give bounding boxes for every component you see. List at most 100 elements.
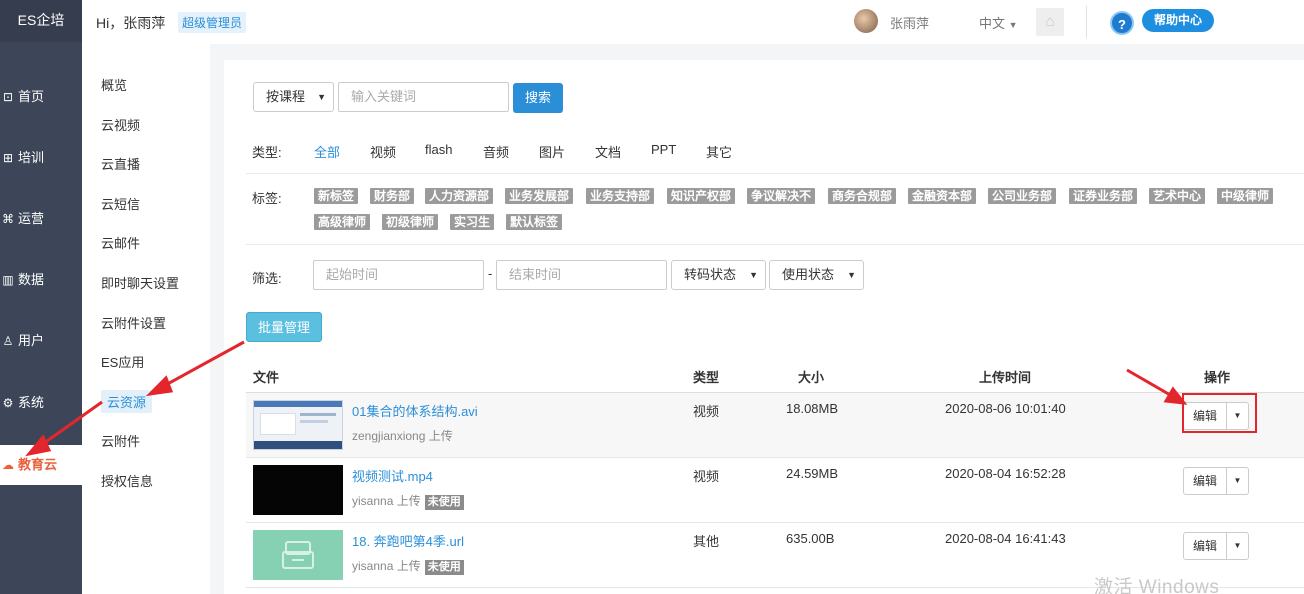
search-mode-select[interactable]: 按课程 ▼ <box>253 82 334 112</box>
subnav-item-attachment-settings[interactable]: 云附件设置 <box>101 313 166 332</box>
help-question-icon[interactable]: ? <box>1110 11 1134 35</box>
date-range-dash: - <box>488 266 493 281</box>
tag-chip[interactable]: 人力资源部 <box>425 188 494 204</box>
tag-chip[interactable]: 新标签 <box>314 188 359 204</box>
usage-status-select[interactable]: 使用状态 ▼ <box>769 260 864 290</box>
caret-down-icon[interactable]: ▼ <box>1227 532 1249 560</box>
type-filter-document[interactable]: 文档 <box>595 142 621 161</box>
batch-manage-button[interactable]: 批量管理 <box>246 312 323 342</box>
avatar[interactable] <box>854 9 878 33</box>
tag-chip[interactable]: 金融资本部 <box>908 188 977 204</box>
type-filter-audio[interactable]: 音频 <box>483 142 509 161</box>
help-center-button[interactable]: 帮助中心 <box>1142 9 1215 32</box>
file-thumbnail[interactable] <box>253 400 343 450</box>
uploader-text: yisanna 上传 未使用 <box>352 557 464 575</box>
table-row: 视频测试.mp4 yisanna 上传 未使用 视频 24.59MB 2020-0… <box>246 458 1304 523</box>
edit-button[interactable]: 编辑 <box>1183 467 1227 495</box>
type-filter-all[interactable]: 全部 <box>314 142 340 161</box>
tag-chip[interactable]: 公司业务部 <box>988 188 1057 204</box>
chevron-down-icon: ▼ <box>847 270 856 280</box>
subnav-item-cloud-sms[interactable]: 云短信 <box>101 194 140 213</box>
header-username[interactable]: 张雨萍 <box>890 13 929 32</box>
bar-chart-icon: ▥ <box>2 273 14 287</box>
search-button[interactable]: 搜索 <box>513 83 564 113</box>
start-time-input[interactable]: 起始时间 <box>313 260 484 290</box>
tag-chip[interactable]: 财务部 <box>370 188 415 204</box>
subnav-item-cloud-email[interactable]: 云邮件 <box>101 233 140 252</box>
tag-chip[interactable]: 商务合规部 <box>828 188 897 204</box>
nav-label: 教育云 <box>18 457 58 472</box>
subnav-item-im-settings[interactable]: 即时聊天设置 <box>101 273 179 292</box>
type-filter-flash[interactable]: flash <box>425 142 452 157</box>
type-filter-other[interactable]: 其它 <box>706 142 732 161</box>
brand-logo[interactable]: ES企培 <box>0 0 82 42</box>
caret-down-icon[interactable]: ▼ <box>1227 467 1249 495</box>
tag-chip[interactable]: 艺术中心 <box>1149 188 1206 204</box>
type-filter-video[interactable]: 视频 <box>370 142 396 161</box>
left-navigation: ES企培 ⊡ 首页 ⊞ 培训 ⌘ 运营 ▥ 数据 ♙ 用户 ⚙ 系统 ☁ 教育云 <box>0 0 82 594</box>
tag-chip[interactable]: 实习生 <box>450 214 495 230</box>
type-filter-ppt[interactable]: PPT <box>651 142 676 157</box>
tag-chip[interactable]: 初级律师 <box>382 214 439 230</box>
type-filter-image[interactable]: 图片 <box>539 142 565 161</box>
chevron-down-icon: ▼ <box>317 92 326 102</box>
subnav-item-cloud-resources[interactable]: 云资源 <box>101 390 153 413</box>
divider <box>246 244 1304 245</box>
windows-activation-watermark: 激活 Windows <box>1094 577 1220 594</box>
nav-label: 系统 <box>18 395 45 410</box>
tag-chip[interactable]: 争议解决不 <box>747 188 816 204</box>
file-thumbnail[interactable] <box>253 465 343 515</box>
nav-item-education-cloud[interactable]: ☁ 教育云 <box>0 445 82 485</box>
tag-chip[interactable]: 高级律师 <box>314 214 371 230</box>
search-input[interactable]: 输入关键词 <box>338 82 509 112</box>
chevron-down-icon: ▼ <box>1008 20 1018 30</box>
nav-item-operation[interactable]: ⌘ 运营 <box>0 200 82 238</box>
subnav-item-overview[interactable]: 概览 <box>101 75 127 94</box>
cloud-icon: ☁ <box>2 458 14 472</box>
file-size: 635.00B <box>786 531 835 546</box>
tag-chip[interactable]: 业务发展部 <box>505 188 574 204</box>
transcode-status-value: 转码状态 <box>684 267 737 282</box>
file-type: 视频 <box>693 469 720 484</box>
top-header: Hi，张雨萍 超级管理员 张雨萍 中文 ▼ ⌂ ? 帮助中心 <box>82 0 1304 44</box>
file-type: 其他 <box>693 534 720 549</box>
uploader-text: zengjianxiong 上传 <box>352 427 453 444</box>
header-divider <box>1086 6 1087 38</box>
file-name-link[interactable]: 18. 奔跑吧第4季.url <box>352 531 464 550</box>
tag-chip[interactable]: 中级律师 <box>1217 188 1274 204</box>
unused-badge: 未使用 <box>424 560 464 575</box>
tag-chip[interactable]: 知识产权部 <box>667 188 736 204</box>
chart-line-icon: ⊡ <box>2 90 14 104</box>
file-size: 18.08MB <box>786 401 839 416</box>
tag-chip[interactable]: 业务支持部 <box>586 188 655 204</box>
upload-time: 2020-08-04 16:52:28 <box>945 466 1066 481</box>
nav-item-home[interactable]: ⊡ 首页 <box>0 78 82 116</box>
nav-label: 培训 <box>18 150 45 165</box>
subnav-item-es-apps[interactable]: ES应用 <box>101 352 144 371</box>
subnav-item-cloud-video[interactable]: 云视频 <box>101 115 140 134</box>
tag-chip[interactable]: 默认标签 <box>506 214 563 230</box>
nav-label: 用户 <box>18 333 45 348</box>
transcode-status-select[interactable]: 转码状态 ▼ <box>671 260 766 290</box>
nav-item-users[interactable]: ♙ 用户 <box>0 322 82 360</box>
language-select[interactable]: 中文 ▼ <box>979 13 1018 32</box>
file-name-link[interactable]: 01集合的体系结构.avi <box>352 401 478 420</box>
nav-item-system[interactable]: ⚙ 系统 <box>0 384 82 422</box>
table-row: 01集合的体系结构.avi zengjianxiong 上传 视频 18.08M… <box>246 393 1304 458</box>
upload-time: 2020-08-04 16:41:43 <box>945 531 1066 546</box>
subnav-item-license-info[interactable]: 授权信息 <box>101 471 153 490</box>
file-thumbnail[interactable] <box>253 530 343 580</box>
nav-label: 数据 <box>18 272 45 287</box>
language-label: 中文 <box>979 16 1006 31</box>
end-time-input[interactable]: 结束时间 <box>496 260 667 290</box>
tag-label: 标签: <box>252 191 282 206</box>
tag-chip[interactable]: 证券业务部 <box>1069 188 1138 204</box>
subnav-item-cloud-live[interactable]: 云直播 <box>101 154 140 173</box>
subnav-item-cloud-attachments[interactable]: 云附件 <box>101 431 140 450</box>
edit-button[interactable]: 编辑 <box>1183 532 1227 560</box>
nav-item-data[interactable]: ▥ 数据 <box>0 261 82 299</box>
file-name-link[interactable]: 视频测试.mp4 <box>352 466 433 485</box>
nav-item-training[interactable]: ⊞ 培训 <box>0 139 82 177</box>
column-header-type: 类型 <box>693 370 720 385</box>
home-button[interactable]: ⌂ <box>1036 8 1064 36</box>
